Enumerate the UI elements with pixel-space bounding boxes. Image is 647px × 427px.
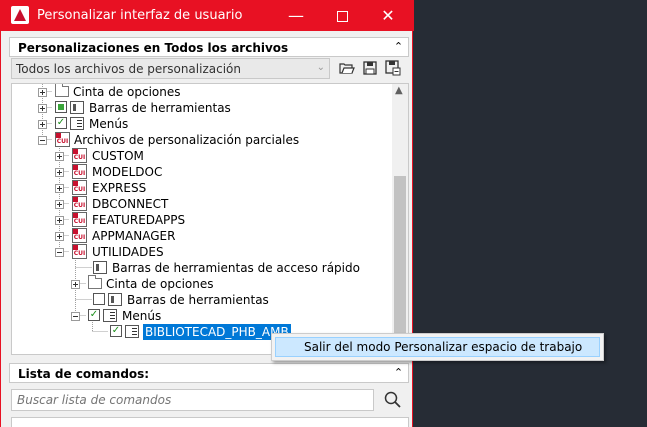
expand-icon[interactable] (71, 280, 80, 289)
tree-item-label: Barras de herramientas (89, 101, 231, 115)
cui-file-icon: CUI (72, 228, 87, 243)
expand-icon[interactable] (55, 200, 64, 209)
dropdown-selected-value: Todos los archivos de personalización (16, 62, 241, 76)
expand-icon[interactable] (38, 120, 47, 129)
minimize-button[interactable]: — (273, 0, 319, 31)
cui-file-icon: CUI (72, 148, 87, 163)
menu-icon (125, 325, 139, 338)
cui-file-icon: CUI (72, 244, 87, 259)
tree-item-label: Barras de herramientas (127, 293, 269, 307)
commands-section-header: Lista de comandos: ⌃ (9, 363, 409, 383)
cui-file-icon: CUI (55, 132, 70, 147)
scrollbar-thumb[interactable] (394, 176, 406, 352)
maximize-icon (336, 11, 348, 22)
maximize-button[interactable] (319, 0, 365, 31)
command-search-input[interactable] (11, 389, 374, 411)
expand-icon[interactable] (55, 168, 64, 177)
tree-item-label: BIBLIOTECAD_PHB_AMB (142, 323, 292, 341)
expand-icon[interactable] (55, 152, 64, 161)
collapse-icon[interactable] (38, 136, 47, 145)
tree-item-label: Menús (122, 309, 162, 323)
tree-item-label: APPMANAGER (92, 229, 176, 243)
checked-checkbox[interactable]: ✓ (110, 325, 122, 337)
tree-item-label: Cinta de opciones (106, 277, 214, 291)
expand-icon[interactable] (55, 216, 64, 225)
customize-ui-window: Personalizar interfaz de usuario — ✕ Per… (0, 0, 414, 427)
commands-section-title: Lista de comandos: (18, 367, 150, 381)
menu-icon (103, 309, 117, 322)
save-as-icon[interactable] (384, 59, 402, 77)
customizations-section-title: Personalizaciones en Todos los archivos (18, 41, 289, 55)
collapse-icon[interactable] (55, 248, 64, 257)
tree-item-label: FEATUREDAPPS (92, 213, 186, 227)
autocad-logo-icon (11, 6, 29, 24)
collapse-up-icon[interactable]: ⌃ (392, 366, 405, 379)
open-file-button[interactable] (338, 59, 356, 77)
tree-item-label: Menús (89, 117, 129, 131)
save-icon[interactable] (361, 59, 379, 77)
expand-icon[interactable] (38, 104, 47, 113)
tree-item-label: MODELDOC (92, 165, 163, 179)
title-bar[interactable]: Personalizar interfaz de usuario — ✕ (1, 0, 414, 31)
tree-item-label: UTILIDADES (92, 245, 164, 259)
cui-file-icon: CUI (72, 164, 87, 179)
context-menu-item-label: Salir del modo Personalizar espacio de t… (304, 340, 583, 354)
collapse-up-icon[interactable]: ⌃ (392, 40, 405, 53)
customizations-tree[interactable]: Cinta de opciones Barras de herramientas… (11, 83, 409, 355)
cui-file-icon: CUI (72, 212, 87, 227)
unchecked-checkbox[interactable] (93, 293, 105, 305)
tree-item-label: CUSTOM (92, 149, 144, 163)
tree-item-label: Archivos de personalización parciales (74, 133, 300, 147)
tree-item-label: EXPRESS (92, 181, 147, 195)
tree-scrollbar[interactable]: ▲ (392, 84, 408, 354)
tree-lines (42, 84, 108, 332)
customizations-section-header: Personalizaciones en Todos los archivos … (9, 37, 409, 57)
tree-item-label: DBCONNECT (92, 197, 169, 211)
expand-icon[interactable] (55, 232, 64, 241)
toolbar-icon (108, 293, 122, 306)
collapse-icon[interactable] (71, 312, 80, 321)
folder-icon (55, 84, 69, 97)
command-list-top (11, 417, 409, 427)
quick-access-toolbar-icon (93, 261, 107, 274)
partial-checkbox[interactable] (55, 101, 67, 113)
tree-item-label: Cinta de opciones (73, 85, 181, 99)
checked-checkbox[interactable]: ✓ (55, 117, 67, 129)
folder-icon (88, 275, 102, 289)
cui-file-icon: CUI (72, 180, 87, 195)
toolbar-icon (70, 101, 84, 114)
chevron-down-icon: ⌄ (316, 62, 325, 73)
search-icon[interactable] (383, 390, 403, 410)
context-menu: Salir del modo Personalizar espacio de t… (271, 333, 604, 361)
expand-icon[interactable] (55, 184, 64, 193)
scroll-up-icon[interactable]: ▲ (395, 85, 403, 96)
cui-file-icon: CUI (72, 196, 87, 211)
customization-files-dropdown[interactable]: Todos los archivos de personalización ⌄ (11, 58, 330, 79)
exit-customize-workspace-menu-item[interactable]: Salir del modo Personalizar espacio de t… (275, 337, 600, 357)
menu-icon (70, 117, 84, 130)
tree-item-label: Barras de herramientas de acceso rápido (112, 261, 360, 275)
checked-checkbox[interactable]: ✓ (88, 309, 100, 321)
close-button[interactable]: ✕ (365, 0, 411, 31)
window-title: Personalizar interfaz de usuario (37, 8, 243, 23)
expand-icon[interactable] (38, 88, 47, 97)
